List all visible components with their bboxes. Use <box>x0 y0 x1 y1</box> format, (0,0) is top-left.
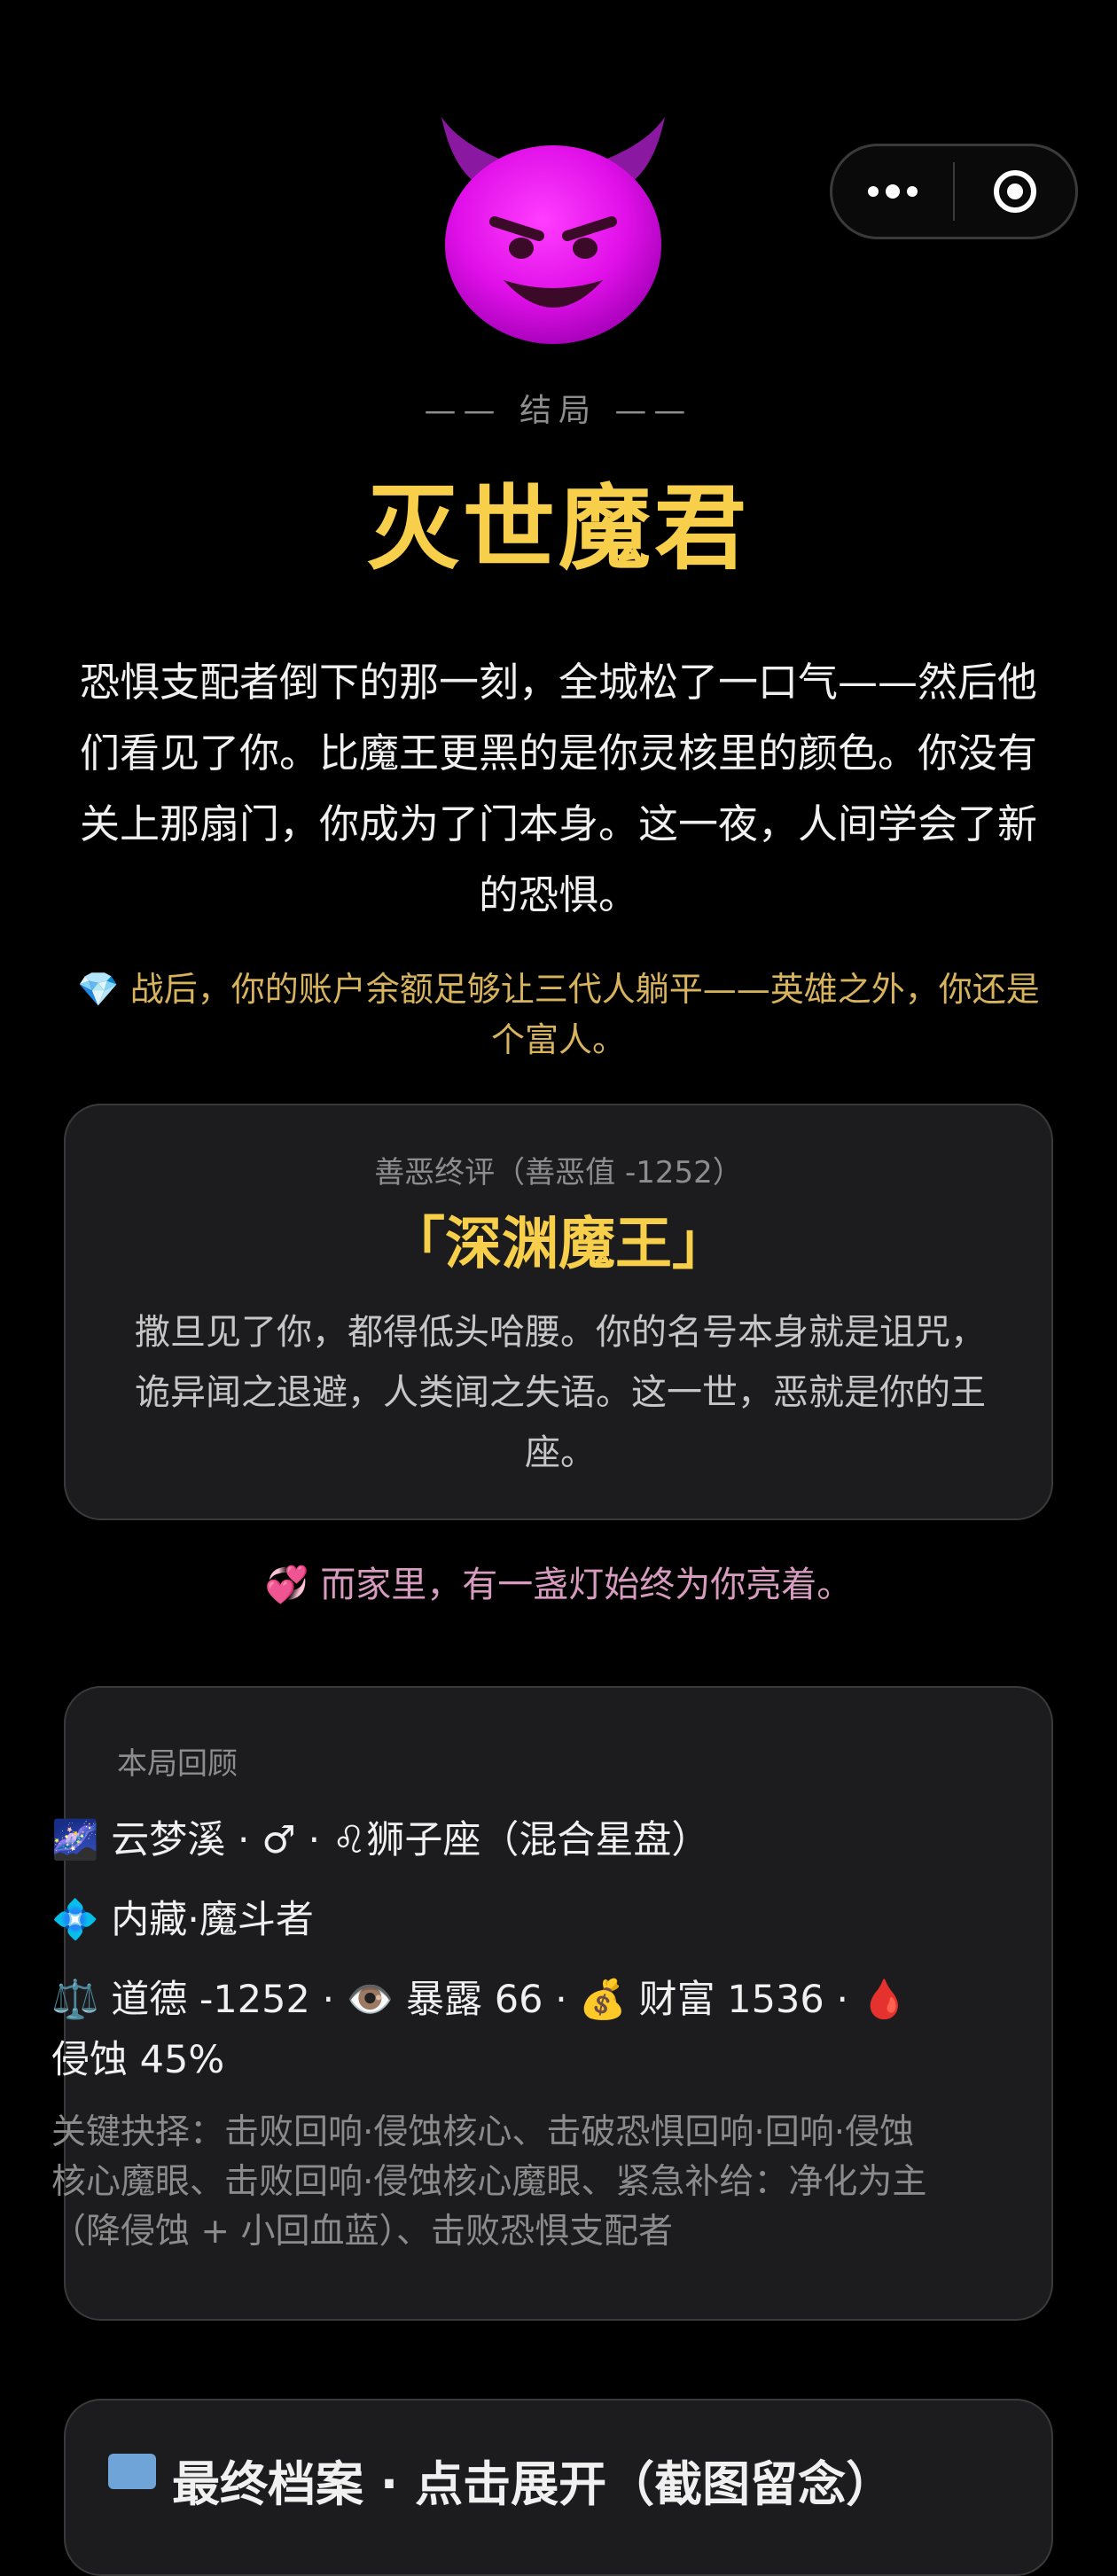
diamond-icon: 💠 <box>51 1898 99 1942</box>
more-button[interactable] <box>832 146 953 237</box>
target-close-icon <box>994 170 1036 213</box>
gem-icon: 💎 <box>77 970 120 1009</box>
more-dots-icon <box>868 184 918 199</box>
stats-line: ⚖️ 道德 -1252 · 👁️ 暴露 66 · 💰 财富 1536 · 🩸 侵… <box>51 1978 909 2082</box>
ending-title: 灭世魔君 <box>366 474 750 582</box>
wealth-note: 💎 战后，你的账户余额足够让三代人躺平——英雄之外，你还是个富人。 <box>62 964 1055 1066</box>
review-label: 本局回顾 <box>117 1746 238 1782</box>
origin-line: 🌌 云梦溪 · ♂ · ♌狮子座（混合星盘） <box>51 1810 947 1870</box>
close-miniprogram-button[interactable] <box>955 146 1075 237</box>
miniprogram-capsule <box>830 144 1078 239</box>
ending-kicker: —— 结局 —— <box>424 393 693 429</box>
wealth-text: 战后，你的账户余额足够让三代人躺平——英雄之外，你还是个富人。 <box>129 970 1040 1059</box>
key-choices: 关键抉择：击败回响·侵蚀核心、击破恐惧回响·回响·侵蚀核心魔眼、击败回响·侵蚀核… <box>51 2112 927 2252</box>
verdict-card: 善恶终评（善恶值 -1252） 「深渊魔王」 撒旦见了你，都得低头哈腰。你的名号… <box>64 1104 1053 1520</box>
smiling-devil-icon <box>441 117 665 344</box>
verdict-description: 撒旦见了你，都得低头哈腰。你的名号本身就是诅咒，诡异闻之退避，人类闻之失语。这一… <box>135 1312 986 1473</box>
heart-icon: 💞 <box>264 1565 309 1605</box>
verdict-label: 善恶终评（善恶值 -1252） <box>374 1155 743 1190</box>
origin-text: 云梦溪 · ♂ · ♌狮子座（混合星盘） <box>111 1818 710 1862</box>
class-line: 💠 内藏·魔斗者 <box>51 1890 947 1950</box>
home-line: 💞 而家里，有一盏灯始终为你亮着。 <box>0 1558 1117 1612</box>
home-text: 而家里，有一盏灯始终为你亮着。 <box>320 1565 853 1605</box>
class-text: 内藏·魔斗者 <box>111 1898 314 1942</box>
ending-story: 恐惧支配者倒下的那一刻，全城松了一口气——然后他们看见了你。比魔王更黑的是你灵核… <box>79 659 1037 918</box>
verdict-title: 「深渊魔王」 <box>388 1212 729 1277</box>
archive-title: 最终档案 · 点击展开（截图留念） <box>172 2456 894 2512</box>
id-card-icon <box>108 2454 156 2489</box>
galaxy-icon: 🌌 <box>51 1818 99 1862</box>
archive-card[interactable]: 最终档案 · 点击展开（截图留念） <box>64 2399 1053 2576</box>
